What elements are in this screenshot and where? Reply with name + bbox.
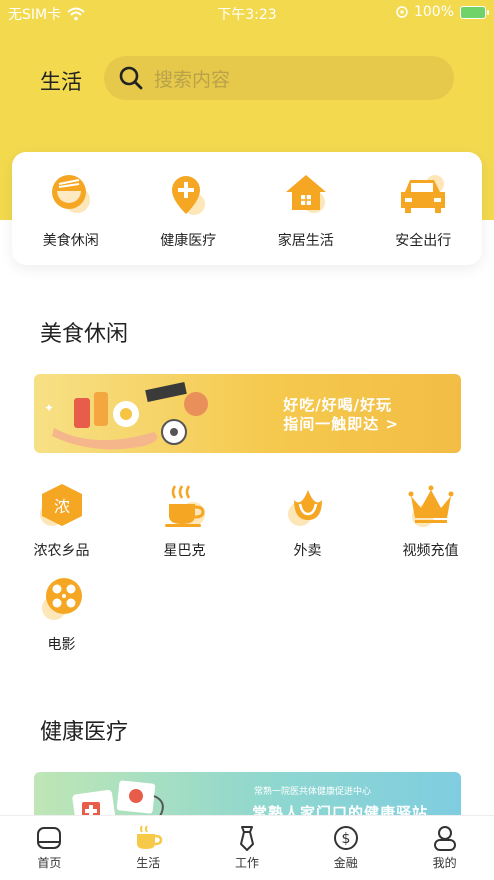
takeout-icon	[287, 490, 322, 526]
car-icon	[401, 175, 446, 213]
coffee-cup-icon	[164, 485, 205, 527]
service-label: 浓农乡品	[33, 543, 90, 559]
food-banner[interactable]: ✦ 好吃/好喝/好玩 指间一触即达 >	[34, 374, 461, 453]
battery-icon	[460, 5, 489, 19]
orientation-lock-icon	[396, 6, 408, 18]
banner-slogan-line2: 指间一触即达 >	[283, 415, 399, 433]
tab-work[interactable]: 工作	[198, 816, 297, 880]
bowl-icon	[51, 175, 90, 213]
category-food[interactable]: 美食休闲	[12, 152, 130, 265]
service-movie[interactable]: 电影	[0, 574, 123, 654]
tab-label: 工作	[234, 856, 259, 870]
category-travel[interactable]: 安全出行	[365, 152, 483, 265]
search-placeholder: 搜索内容	[154, 68, 231, 91]
battery-percent: 100%	[413, 4, 454, 20]
dollar-icon: $	[333, 826, 358, 850]
category-label: 家居生活	[277, 233, 334, 249]
tab-label: 我的	[432, 856, 457, 870]
service-farm-product[interactable]: 浓 浓农乡品	[0, 480, 123, 560]
tab-life[interactable]: 生活	[99, 816, 198, 880]
svg-text:$: $	[341, 831, 350, 847]
status-bar: 无SIM卡 下午3:23 100%	[0, 0, 494, 26]
tie-icon	[239, 826, 254, 851]
farm-product-icon: 浓	[39, 484, 82, 526]
section-title-health: 健康医疗	[40, 720, 129, 745]
person-icon	[433, 826, 456, 851]
service-label: 电影	[47, 637, 76, 653]
food-grid-row2: 电影	[0, 574, 494, 654]
house-icon	[285, 175, 326, 213]
tab-label: 生活	[136, 856, 161, 870]
tab-label: 金融	[333, 856, 358, 870]
category-health[interactable]: 健康医疗	[130, 152, 248, 265]
food-illustration: ✦	[44, 381, 208, 450]
service-video-recharge[interactable]: 视频充值	[369, 480, 492, 560]
service-label: 星巴克	[163, 543, 206, 559]
medical-pin-icon	[172, 176, 206, 215]
film-reel-icon	[41, 578, 82, 620]
svg-text:浓: 浓	[53, 497, 69, 516]
page-title: 生活	[40, 70, 82, 94]
svg-text:✦: ✦	[44, 401, 54, 415]
category-card: 美食休闲 健康医疗 家居生活 安全出行	[12, 152, 482, 265]
tab-mine[interactable]: 我的	[395, 816, 494, 880]
service-label: 外卖	[293, 543, 322, 559]
coffee-tab-icon	[137, 825, 163, 849]
category-label: 健康医疗	[160, 233, 217, 249]
home-icon	[37, 827, 62, 849]
bottom-tab-bar: 首页 生活 工作 $ 金融 我的	[0, 815, 494, 880]
tab-home[interactable]: 首页	[0, 816, 99, 880]
search-bar[interactable]: 搜索内容	[104, 56, 454, 100]
tab-label: 首页	[37, 856, 62, 870]
health-banner-subtitle: 常熟一院医共体健康促进中心	[254, 787, 372, 797]
category-label: 美食休闲	[42, 233, 99, 249]
section-title-food: 美食休闲	[40, 322, 129, 347]
food-grid-row1: 浓 浓农乡品 星巴克 外卖 视频充值	[0, 480, 494, 560]
banner-slogan-line1: 好吃/好喝/好玩	[283, 396, 393, 414]
tab-finance[interactable]: $ 金融	[296, 816, 395, 880]
search-icon	[119, 66, 143, 90]
category-home[interactable]: 家居生活	[247, 152, 365, 265]
service-starbucks[interactable]: 星巴克	[123, 480, 246, 560]
service-takeout[interactable]: 外卖	[246, 480, 369, 560]
service-label: 视频充值	[402, 543, 459, 559]
category-label: 安全出行	[395, 233, 452, 249]
crown-icon	[408, 485, 453, 527]
banner-slogan: 好吃/好喝/好玩 指间一触即达 >	[283, 396, 399, 434]
